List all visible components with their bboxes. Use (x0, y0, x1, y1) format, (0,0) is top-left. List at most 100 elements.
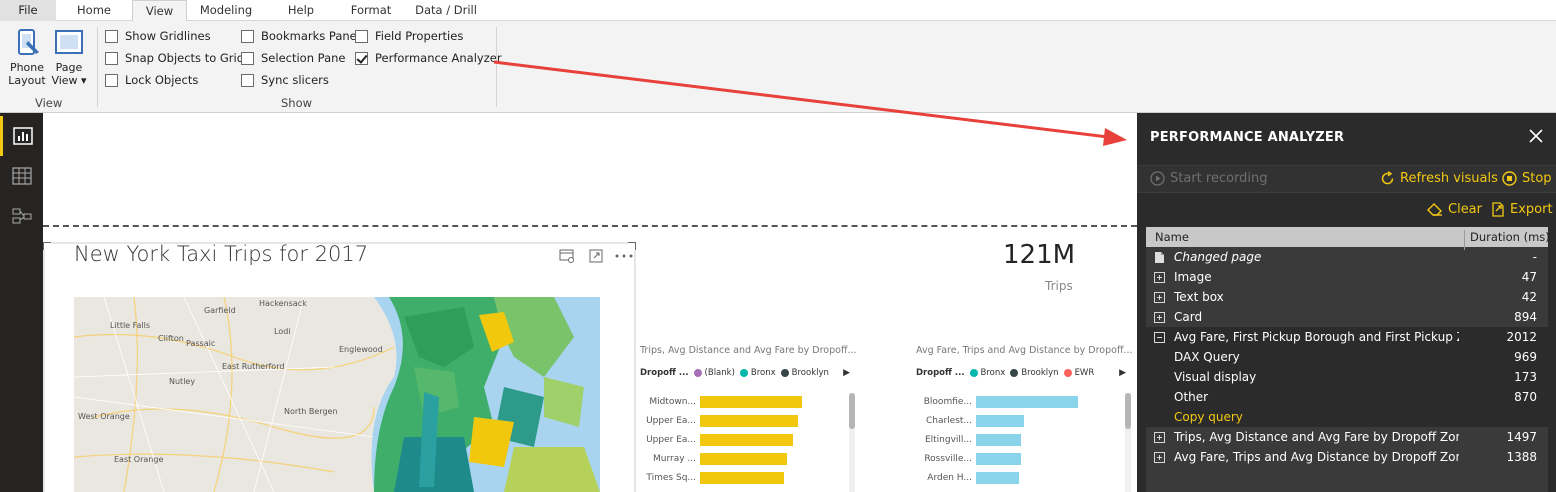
bar[interactable] (976, 452, 1021, 465)
performance-analyzer-checkbox[interactable]: Performance Analyzer (355, 50, 502, 66)
expand-icon[interactable] (1154, 272, 1165, 283)
table-row[interactable]: Avg Fare, Trips and Avg Distance by Drop… (1146, 447, 1548, 467)
map-place-label: East Rutherford (222, 362, 285, 371)
ribbon-separator (97, 27, 98, 107)
bar[interactable] (700, 395, 802, 408)
show-gridlines-checkbox[interactable]: Show Gridlines (105, 28, 211, 44)
bar-row[interactable]: Upper Ea... (640, 433, 793, 446)
close-icon[interactable] (1528, 127, 1544, 145)
tab-data-drill[interactable]: Data / Drill (405, 0, 487, 21)
bar[interactable] (976, 433, 1021, 446)
row-duration: - (1532, 250, 1537, 264)
selection-pane-checkbox[interactable]: Selection Pane (241, 50, 345, 66)
report-view-button[interactable] (0, 116, 43, 156)
table-row[interactable]: Changed page - (1146, 247, 1548, 267)
legend-entry: Brooklyn (791, 368, 829, 378)
table-row[interactable]: Text box 42 (1146, 287, 1548, 307)
bar-row[interactable]: Midtown... (640, 395, 802, 408)
view-switcher-rail (0, 113, 43, 492)
legend-next-arrow-icon[interactable]: ▶ (843, 368, 850, 378)
lock-objects-checkbox[interactable]: Lock Objects (105, 72, 198, 88)
bar-row[interactable]: Charlest... (916, 414, 1024, 427)
power-bi-window: File Home View Modeling Help Format Data… (0, 0, 1556, 492)
bar-row[interactable]: Rossville... (916, 452, 1021, 465)
visual-filter-icon[interactable] (559, 249, 575, 263)
table-row[interactable]: Card 894 (1146, 307, 1548, 327)
expand-icon[interactable] (1154, 312, 1165, 323)
data-view-button[interactable] (0, 156, 43, 196)
bar[interactable] (700, 452, 787, 465)
bar-row[interactable]: Bloomfie... (916, 395, 1078, 408)
scroll-thumb[interactable] (849, 393, 855, 429)
stop-button[interactable]: Stop (1502, 171, 1552, 186)
snap-objects-checkbox[interactable]: Snap Objects to Grid (105, 50, 244, 66)
checkbox-box (241, 51, 254, 65)
bar[interactable] (976, 414, 1024, 427)
tab-file[interactable]: File (0, 0, 56, 21)
bar[interactable] (700, 471, 784, 484)
start-recording-button[interactable]: Start recording (1150, 171, 1268, 186)
copy-query-link[interactable]: Copy query (1174, 410, 1459, 424)
map-area[interactable]: Hackensack Little Falls Garfield Clifton… (74, 297, 600, 492)
expand-icon[interactable] (1154, 452, 1165, 463)
bar-label: Midtown... (649, 396, 696, 407)
tab-format[interactable]: Format (337, 0, 405, 21)
table-row[interactable]: DAX Query 969 (1146, 347, 1548, 367)
bar-visual-trips-by-dropoff[interactable]: Trips, Avg Distance and Avg Fare by Drop… (640, 345, 860, 492)
refresh-visuals-button[interactable]: Refresh visuals (1380, 171, 1498, 186)
bar[interactable] (700, 433, 793, 446)
bookmarks-pane-checkbox[interactable]: Bookmarks Pane (241, 28, 357, 44)
bar-visual-avg-fare-by-dropoff[interactable]: Avg Fare, Trips and Avg Distance by Drop… (916, 345, 1136, 492)
table-row[interactable]: Image 47 (1146, 267, 1548, 287)
checkbox-checked (355, 51, 368, 65)
table-row[interactable]: Trips, Avg Distance and Avg Fare by Drop… (1146, 427, 1548, 447)
focus-mode-icon[interactable] (589, 249, 603, 263)
expand-icon[interactable] (1154, 292, 1165, 303)
visual-scrollbar[interactable] (849, 393, 855, 492)
bar-visual-title: Trips, Avg Distance and Avg Fare by Drop… (640, 345, 857, 356)
bar-row[interactable]: Times Sq... (640, 471, 784, 484)
model-view-button[interactable] (0, 196, 43, 236)
table-row[interactable]: Visual display 173 (1146, 367, 1548, 387)
tab-help[interactable]: Help (265, 0, 337, 21)
row-name: Other (1174, 390, 1209, 404)
chart-legend: Dropoff ... (Blank) Bronx Brooklyn ▶ (640, 368, 850, 378)
export-button[interactable]: Export (1491, 202, 1553, 217)
row-name: Text box (1174, 290, 1224, 304)
legend-next-arrow-icon[interactable]: ▶ (1119, 368, 1126, 378)
bar[interactable] (976, 471, 1019, 484)
map-visual[interactable]: New York Taxi Trips for 2017 Hackensack … (43, 242, 636, 492)
snap-objects-label: Snap Objects to Grid (125, 51, 245, 65)
collapse-icon[interactable] (1154, 332, 1165, 343)
bar-row[interactable]: Upper Ea... (640, 414, 798, 427)
bar-row[interactable]: Eltingvill... (916, 433, 1021, 446)
table-row[interactable]: Avg Fare, First Pickup Borough and First… (1146, 327, 1548, 347)
bar-label: Bloomfie... (923, 396, 972, 407)
bar-label: Murray ... (653, 453, 696, 464)
page-view-label-2: View ▾ (51, 74, 87, 87)
bar-row[interactable]: Murray ... (640, 452, 787, 465)
tab-modeling[interactable]: Modeling (187, 0, 265, 21)
scroll-thumb[interactable] (1125, 393, 1131, 429)
sync-slicers-checkbox[interactable]: Sync slicers (241, 72, 329, 88)
performance-analyzer-label: Performance Analyzer (375, 51, 502, 65)
page-view-button[interactable]: Page View ▾ (47, 27, 91, 87)
expand-icon[interactable] (1154, 432, 1165, 443)
column-header-name[interactable]: Name (1155, 230, 1189, 244)
export-label: Export (1510, 202, 1553, 217)
phone-layout-button[interactable]: Phone Layout (5, 27, 49, 87)
row-name: Avg Fare, First Pickup Borough and First… (1174, 330, 1459, 344)
more-options-icon[interactable] (615, 254, 633, 258)
row-duration: 47 (1521, 270, 1537, 284)
field-properties-checkbox[interactable]: Field Properties (355, 28, 463, 44)
tab-view[interactable]: View (132, 0, 187, 22)
table-row[interactable]: Other 870 (1146, 387, 1548, 407)
bar-label: Upper Ea... (646, 434, 696, 445)
bar[interactable] (976, 395, 1078, 408)
table-row[interactable]: Copy query (1146, 407, 1548, 427)
clear-button[interactable]: Clear (1427, 202, 1482, 217)
visual-scrollbar[interactable] (1125, 393, 1131, 492)
tab-home[interactable]: Home (56, 0, 132, 21)
bar[interactable] (700, 414, 798, 427)
bar-row[interactable]: Arden H... (916, 471, 1019, 484)
